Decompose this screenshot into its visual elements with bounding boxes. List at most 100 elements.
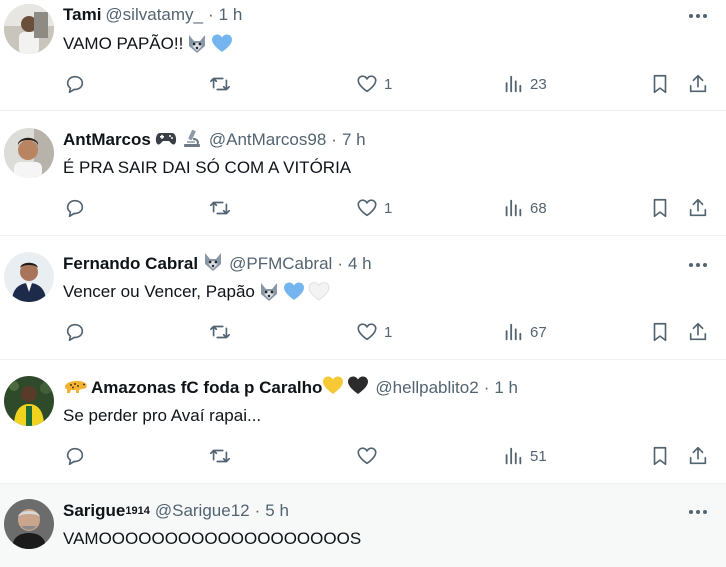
bookmark-button[interactable] xyxy=(649,71,671,97)
user-handle[interactable]: @Sarigue12 xyxy=(155,501,250,521)
share-button[interactable] xyxy=(687,195,709,221)
like-button[interactable]: 1 xyxy=(356,71,392,97)
post-header: Fernando Cabral @PFMCabral · 4 h xyxy=(63,251,372,278)
post-text-content: Se perder pro Avaí rapai... xyxy=(63,406,262,425)
post-text-content: VAMO PAPÃO!! xyxy=(63,34,184,53)
share-button[interactable] xyxy=(687,71,709,97)
game-controller-emoji xyxy=(155,129,177,152)
views-chart-icon xyxy=(505,75,522,93)
timestamp[interactable]: 7 h xyxy=(342,130,366,150)
reply-post[interactable]: Tami @silvatamy_ · 1 h VAMO PAPÃO!! 1 23 xyxy=(0,0,726,111)
blue-heart-emoji xyxy=(211,33,233,55)
display-name[interactable]: Tami xyxy=(63,5,101,25)
post-text-content: VAMOOOOOOOOOOOOOOOOOOOS xyxy=(63,529,362,548)
like-button[interactable]: 1 xyxy=(356,319,392,345)
bookmark-icon xyxy=(653,74,667,94)
share-button[interactable] xyxy=(687,443,709,469)
view-count: 68 xyxy=(530,199,547,217)
share-icon xyxy=(689,198,707,217)
avatar[interactable] xyxy=(4,252,54,302)
views-button[interactable]: 68 xyxy=(502,195,547,221)
views-button[interactable]: 67 xyxy=(502,319,547,345)
post-text-content: É PRA SAIR DAI SÓ COM A VITÓRIA xyxy=(63,158,352,177)
yellow-heart-emoji xyxy=(322,375,344,402)
more-options-button[interactable] xyxy=(686,255,710,275)
reply-button[interactable] xyxy=(64,71,92,97)
post-text: Vencer ou Vencer, Papão xyxy=(63,280,330,304)
timestamp[interactable]: 1 h xyxy=(494,378,518,398)
separator: · xyxy=(254,501,261,520)
reply-icon xyxy=(66,75,84,94)
bookmark-button[interactable] xyxy=(649,319,671,345)
separator: · xyxy=(483,378,490,397)
display-name[interactable]: AntMarcos xyxy=(63,130,151,150)
more-dots-icon xyxy=(689,510,707,514)
avatar[interactable] xyxy=(4,499,54,549)
post-header: AntMarcos @AntMarcos98 · 7 h xyxy=(63,129,366,151)
heart-icon xyxy=(357,447,377,465)
avatar[interactable] xyxy=(4,376,54,426)
like-count: 1 xyxy=(384,199,393,217)
bookmark-icon xyxy=(653,446,667,466)
user-handle[interactable]: @PFMCabral xyxy=(229,254,332,274)
action-bar: 1 68 xyxy=(0,195,726,221)
user-handle[interactable]: @AntMarcos98 xyxy=(209,130,326,150)
post-text: VAMOOOOOOOOOOOOOOOOOOOS xyxy=(63,527,361,551)
post-text: VAMO PAPÃO!! xyxy=(63,32,233,56)
more-dots-icon xyxy=(689,263,707,267)
post-header: Tami @silvatamy_ · 1 h xyxy=(63,4,242,26)
reply-button[interactable] xyxy=(64,195,92,221)
repost-icon xyxy=(210,325,230,339)
reply-post[interactable]: AntMarcos @AntMarcos98 · 7 h É PRA SAIR … xyxy=(0,111,726,236)
name-superscript: 1914 xyxy=(125,505,150,517)
post-header: Sarigue 1914 @Sarigue12 · 5 h xyxy=(63,500,289,522)
display-name[interactable]: Fernando Cabral xyxy=(63,254,198,274)
reply-post[interactable]: Fernando Cabral @PFMCabral · 4 h Vencer … xyxy=(0,236,726,360)
view-count: 67 xyxy=(530,323,547,341)
user-handle[interactable]: @hellpablito2 xyxy=(375,378,478,398)
bookmark-button[interactable] xyxy=(649,195,671,221)
avatar[interactable] xyxy=(4,4,54,54)
views-chart-icon xyxy=(505,323,522,341)
views-chart-icon xyxy=(505,199,522,217)
share-button[interactable] xyxy=(687,319,709,345)
share-icon xyxy=(689,74,707,93)
repost-icon xyxy=(210,201,230,215)
repost-button[interactable] xyxy=(209,71,237,97)
heart-icon xyxy=(357,75,377,93)
reply-icon xyxy=(66,323,84,342)
wolf-emoji xyxy=(202,251,224,278)
avatar[interactable] xyxy=(4,128,54,178)
heart-icon xyxy=(357,199,377,217)
views-button[interactable]: 23 xyxy=(502,71,547,97)
repost-button[interactable] xyxy=(209,195,237,221)
repost-button[interactable] xyxy=(209,443,237,469)
more-options-button[interactable] xyxy=(686,6,710,26)
reply-button[interactable] xyxy=(64,319,92,345)
timestamp[interactable]: 4 h xyxy=(348,254,372,274)
reply-icon xyxy=(66,199,84,218)
like-button[interactable]: 1 xyxy=(356,195,392,221)
separator: · xyxy=(331,130,337,149)
reply-icon xyxy=(66,447,84,466)
reply-post[interactable]: Amazonas fC foda p Caralho @hellpablito2… xyxy=(0,360,726,484)
white-heart-emoji xyxy=(308,281,330,303)
display-name[interactable]: Amazonas fC foda p Caralho xyxy=(91,378,322,398)
reply-post[interactable]: Sarigue 1914 @Sarigue12 · 5 h VAMOOOOOOOO… xyxy=(0,484,726,567)
action-bar: 1 23 xyxy=(0,71,726,97)
share-icon xyxy=(689,446,707,465)
repost-icon xyxy=(210,449,230,463)
display-name[interactable]: Sarigue xyxy=(63,501,125,521)
timestamp[interactable]: 1 h xyxy=(219,5,243,25)
user-handle[interactable]: @silvatamy_ xyxy=(105,5,203,25)
repost-icon xyxy=(210,77,230,91)
view-count: 51 xyxy=(530,447,547,465)
more-options-button[interactable] xyxy=(686,502,710,522)
reply-button[interactable] xyxy=(64,443,92,469)
timestamp[interactable]: 5 h xyxy=(265,501,289,521)
repost-button[interactable] xyxy=(209,319,237,345)
views-button[interactable]: 51 xyxy=(502,443,547,469)
like-button[interactable] xyxy=(356,443,384,469)
bookmark-button[interactable] xyxy=(649,443,671,469)
bookmark-icon xyxy=(653,322,667,342)
